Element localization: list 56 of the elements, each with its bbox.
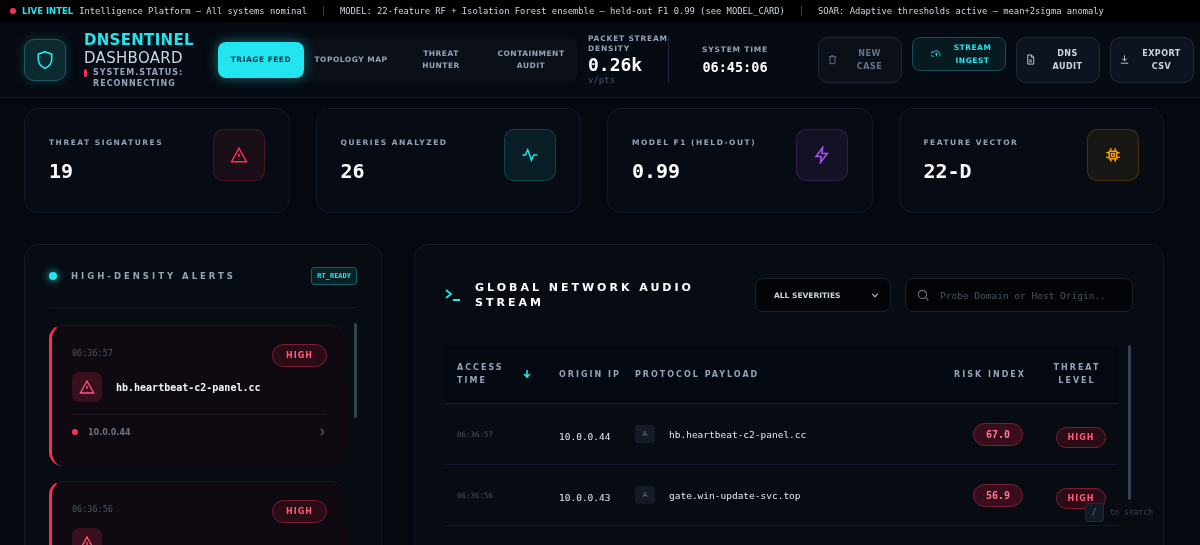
panel-title: GLOBAL NETWORK AUDIO STREAM: [475, 280, 695, 310]
alert-card[interactable]: 06:36:57 HIGH hb.heartbeat-c2-panel.cc 10.0.0.44: [49, 325, 345, 466]
column-header[interactable]: PROTOCOL PAYLOAD: [635, 367, 945, 381]
system-status: SYSTEM.STATUS: RECONNECTING: [93, 66, 185, 89]
cloud-upload-icon: [931, 48, 942, 59]
shield-icon: [24, 38, 66, 81]
chevron-down-icon: [870, 290, 880, 300]
action-button[interactable]: DNS AUDIT: [1016, 36, 1100, 83]
keyboard-key: /: [1084, 503, 1104, 522]
alert-domain: hb.heartbeat-c2-panel.cc: [116, 381, 261, 393]
severity-badge: HIGH: [1055, 426, 1107, 448]
trash-icon: [827, 54, 838, 65]
app-subtitle: DASHBOARD: [84, 48, 184, 67]
ticker-message: SOAR: Adaptive thresholds active — mean+2sigma anomaly: [817, 6, 1104, 16]
ticker-message: Intelligence Platform — All systems nominal: [79, 6, 307, 16]
stat-value: 19: [49, 159, 75, 183]
payload-domain: hb.heartbeat-c2-panel.cc: [669, 428, 807, 440]
origin-ip: 10.0.0.44: [559, 430, 611, 442]
search-field[interactable]: Probe Domain or Host Origin..: [905, 278, 1133, 312]
alert-ip: 10.0.0.44: [88, 427, 131, 437]
document-icon: [1025, 54, 1036, 65]
download-icon: [1119, 54, 1130, 65]
action-button[interactable]: EXPORT CSV: [1110, 36, 1194, 83]
density-unit: v/pts: [588, 75, 617, 85]
live-label: LIVE INTEL: [0, 6, 80, 16]
alert-card[interactable]: 06:36:56 HIGH: [49, 481, 345, 545]
column-header[interactable]: THREAT LEVEL: [1039, 361, 1119, 387]
column-header[interactable]: RISK INDEX: [945, 367, 1039, 381]
stat-value: 22-D: [923, 159, 973, 183]
stat-value: 26: [340, 159, 366, 183]
status-dot: [72, 429, 78, 435]
severity-badge: HIGH: [272, 500, 327, 523]
payload-domain: gate.win-update-svc.top: [669, 489, 801, 501]
severity-badge: HIGH: [272, 344, 327, 367]
scrollbar-thumb[interactable]: [354, 323, 357, 418]
column-header[interactable]: ORIGIN IP: [559, 367, 635, 381]
system-time: 06:45:06: [701, 58, 769, 75]
severity-badge: HIGH: [1055, 487, 1107, 509]
origin-ip: 10.0.0.43: [559, 491, 611, 503]
alert-time: 06:36:57: [72, 348, 113, 358]
risk-badge: 56.9: [972, 483, 1024, 507]
warning-icon: [72, 372, 102, 402]
ticker-message: MODEL: 22-feature RF + Isolation Forest ensemble — held-out F1 0.99 (see MODEL_CARD): [340, 6, 785, 16]
stat-value: 0.99: [632, 159, 682, 183]
scrollbar-thumb[interactable]: [1128, 345, 1131, 500]
panel-title: HIGH-DENSITY ALERTS: [71, 271, 236, 281]
chevron-right-icon[interactable]: [317, 427, 327, 437]
risk-badge: 67.0: [972, 422, 1024, 446]
sort-arrow-icon[interactable]: [523, 369, 531, 379]
app-title: DNSENTINEL: [84, 30, 195, 49]
density-value: 0.26k: [588, 54, 644, 75]
column-header[interactable]: ACCESS TIME: [457, 361, 517, 387]
status-indicator: [84, 68, 87, 77]
alert-time: 06:36:56: [72, 504, 113, 514]
live-indicator: [49, 272, 57, 280]
terminal-icon: [445, 288, 461, 302]
